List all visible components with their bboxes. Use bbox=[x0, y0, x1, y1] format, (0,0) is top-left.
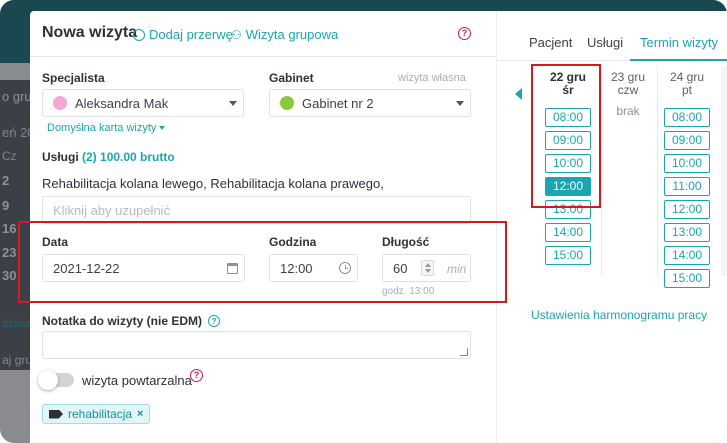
services-input[interactable]: Kliknij aby uzupełnić bbox=[42, 196, 471, 224]
group-icon: ⚇ bbox=[231, 27, 242, 42]
tag-label: rehabilitacja bbox=[68, 407, 133, 421]
tag-chip: rehabilitacja × bbox=[42, 404, 151, 424]
time-slot[interactable]: 09:00 bbox=[664, 131, 710, 150]
services-text: Rehabilitacja kolana lewego, Rehabilitac… bbox=[42, 176, 384, 191]
note-textarea[interactable] bbox=[42, 331, 471, 359]
add-break-link[interactable]: Dodaj przerwę bbox=[133, 27, 233, 42]
group-visit-label: Wizyta grupowa bbox=[245, 27, 339, 42]
time-slot[interactable]: 15:00 bbox=[545, 246, 591, 265]
specialist-color-dot bbox=[53, 96, 67, 110]
chevron-down-icon bbox=[229, 101, 237, 106]
specialist-value: Aleksandra Mak bbox=[75, 95, 169, 111]
tab-patient[interactable]: Pacjent bbox=[529, 35, 572, 50]
office-select[interactable]: Gabinet nr 2 bbox=[269, 89, 471, 117]
time-slot[interactable]: 14:00 bbox=[664, 246, 710, 265]
resize-handle-icon[interactable] bbox=[460, 348, 468, 356]
highlight-day-column-box bbox=[531, 64, 601, 208]
office-label: Gabinet bbox=[269, 71, 314, 85]
no-slots-text: brak bbox=[616, 104, 640, 118]
services-label-text: Usługi bbox=[42, 150, 79, 164]
recurring-label: wizyta powtarzalna bbox=[82, 373, 192, 388]
default-card-label: Domyślna karta wizyty bbox=[47, 122, 157, 134]
time-slot[interactable]: 11:00 bbox=[664, 177, 710, 196]
toggle-knob bbox=[38, 370, 58, 390]
note-label-text: Notatka do wizyty (nie EDM) bbox=[42, 314, 203, 328]
help-icon[interactable]: ? bbox=[458, 27, 471, 40]
day-weekday: pt bbox=[681, 83, 692, 97]
day-column-23: 23 gru czw brak bbox=[599, 71, 657, 119]
help-icon[interactable]: ? bbox=[190, 369, 203, 382]
services-placeholder: Kliknij aby uzupełnić bbox=[53, 202, 171, 218]
time-slot[interactable]: 10:00 bbox=[664, 154, 710, 173]
note-label: Notatka do wizyty (nie EDM) ? bbox=[42, 314, 221, 328]
add-break-label: Dodaj przerwę bbox=[149, 27, 233, 42]
tag-icon bbox=[49, 409, 63, 419]
active-tab-indicator bbox=[630, 59, 727, 61]
chevron-down-icon bbox=[159, 126, 166, 130]
help-icon[interactable]: ? bbox=[208, 315, 221, 327]
time-slot[interactable]: 13:00 bbox=[664, 223, 710, 242]
time-slot[interactable]: 08:00 bbox=[664, 108, 710, 127]
day-column-24: 24 gru pt 08:00 09:00 10:00 11:00 12:00 … bbox=[658, 71, 716, 292]
own-visit-label: wizyta własna bbox=[398, 72, 466, 84]
tab-services[interactable]: Usługi bbox=[587, 35, 623, 50]
highlight-date-time-box bbox=[18, 221, 507, 303]
modal-title: Nowa wizyta bbox=[42, 24, 138, 41]
time-slot[interactable]: 12:00 bbox=[664, 200, 710, 219]
scroll-area bbox=[721, 66, 727, 276]
office-value: Gabinet nr 2 bbox=[302, 95, 374, 111]
remove-tag-icon[interactable]: × bbox=[137, 408, 143, 420]
office-color-dot bbox=[280, 96, 294, 110]
recurring-toggle[interactable] bbox=[38, 370, 74, 390]
services-label: Usługi (2) 100.00 brutto bbox=[42, 150, 175, 164]
modal-header: Nowa wizyta Dodaj przerwę ⚇ Wizyta grupo… bbox=[30, 11, 496, 57]
specialist-select[interactable]: Aleksandra Mak bbox=[42, 89, 244, 117]
chevron-down-icon bbox=[456, 101, 464, 106]
group-visit-link[interactable]: ⚇ Wizyta grupowa bbox=[231, 27, 338, 42]
day-weekday: czw bbox=[617, 83, 639, 97]
screen: o gru eń 20 Cz 2 9 16 23 30 dzisiaj aj g… bbox=[0, 0, 727, 443]
schedule-settings-link[interactable]: Ustawienia harmonogramu pracy bbox=[531, 308, 707, 322]
default-card-dropdown[interactable]: Domyślna karta wizyty bbox=[47, 122, 166, 134]
specialist-label: Specjalista bbox=[42, 71, 105, 85]
tab-visit-time[interactable]: Termin wizyty bbox=[640, 35, 718, 50]
time-slot[interactable]: 14:00 bbox=[545, 223, 591, 242]
previous-days-icon[interactable] bbox=[515, 88, 522, 100]
clock-icon bbox=[133, 28, 145, 41]
time-slot[interactable]: 15:00 bbox=[664, 269, 710, 288]
services-summary: (2) 100.00 brutto bbox=[82, 150, 175, 164]
